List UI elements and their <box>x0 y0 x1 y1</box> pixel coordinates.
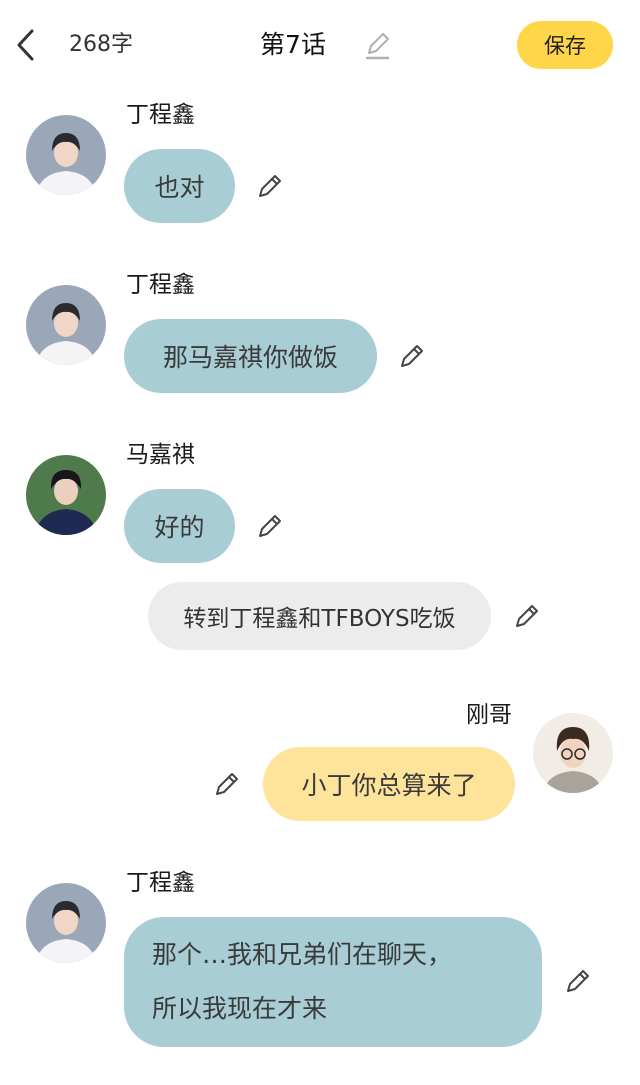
edit-message-icon[interactable] <box>256 512 284 540</box>
sender-name: 马嘉祺 <box>126 442 195 468</box>
avatar[interactable] <box>26 285 106 365</box>
save-button[interactable]: 保存 <box>517 21 613 69</box>
sender-name: 刚哥 <box>466 702 512 728</box>
message-line: 所以我现在才来 <box>152 994 328 1023</box>
edit-message-icon[interactable] <box>213 770 241 798</box>
message-line: 那个…我和兄弟们在聊天， <box>152 940 453 969</box>
page-title: 第7话 <box>260 30 326 59</box>
edit-message-icon[interactable] <box>398 342 426 370</box>
title-edit-icon[interactable] <box>362 28 392 62</box>
avatar[interactable] <box>533 713 613 793</box>
edit-message-icon[interactable] <box>564 967 592 995</box>
edit-message-icon[interactable] <box>256 172 284 200</box>
sender-name: 丁程鑫 <box>126 102 195 128</box>
sender-name: 丁程鑫 <box>126 272 195 298</box>
edit-message-icon[interactable] <box>513 602 541 630</box>
message-bubble[interactable]: 那马嘉祺你做饭 <box>124 319 377 393</box>
message-bubble[interactable]: 小丁你总算来了 <box>263 747 515 821</box>
message-bubble[interactable]: 那个…我和兄弟们在聊天， 所以我现在才来 <box>124 917 542 1047</box>
avatar[interactable] <box>26 883 106 963</box>
avatar[interactable] <box>26 455 106 535</box>
message-bubble[interactable]: 好的 <box>124 489 235 563</box>
sender-name: 丁程鑫 <box>126 870 195 896</box>
avatar[interactable] <box>26 115 106 195</box>
message-bubble[interactable]: 也对 <box>124 149 235 223</box>
narration-bubble[interactable]: 转到丁程鑫和TFBOYS吃饭 <box>148 582 491 650</box>
